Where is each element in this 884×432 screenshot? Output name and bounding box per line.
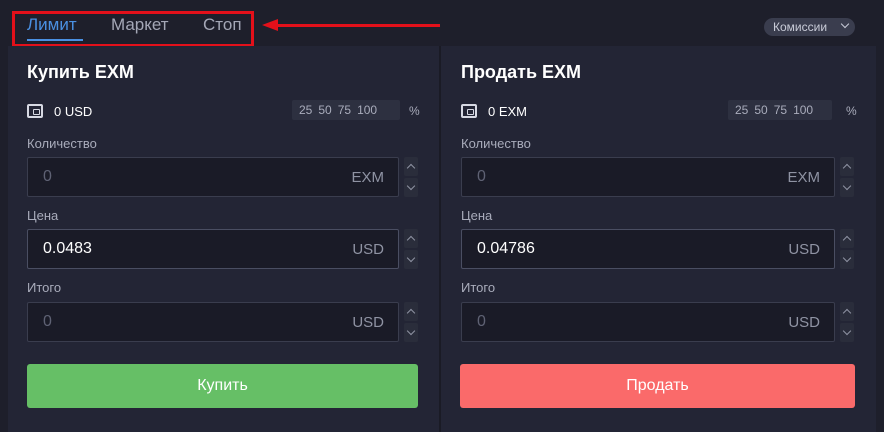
sell-balance: 0 EXM (488, 103, 528, 119)
chevron-down-icon[interactable] (840, 323, 854, 342)
sell-quantity-stepper (840, 157, 854, 197)
buy-pct-100[interactable]: 100 (357, 103, 377, 117)
buy-balance: 0 USD (54, 103, 93, 119)
buy-panel: Купить EXM 0 USD 25 50 75 100 % Количест… (8, 46, 439, 432)
chevron-up-icon[interactable] (404, 229, 418, 248)
sell-percent-group: 25 50 75 100 (728, 100, 832, 120)
sell-quantity-placeholder: 0 (477, 168, 486, 185)
sell-balance-row: 0 EXM (461, 102, 527, 120)
buy-quantity-placeholder: 0 (43, 168, 52, 185)
buy-title: Купить EXM (27, 62, 134, 82)
chevron-down-icon[interactable] (840, 250, 854, 269)
sell-total-stepper (840, 302, 854, 342)
sell-price-unit: USD (788, 241, 820, 258)
fees-dropdown[interactable]: Комиссии (764, 18, 855, 36)
buy-pct-50[interactable]: 50 (318, 103, 331, 117)
chevron-down-icon[interactable] (840, 178, 854, 197)
buy-button[interactable]: Купить (27, 364, 418, 408)
buy-price-stepper (404, 229, 418, 269)
annotation-arrow-line (276, 24, 440, 27)
buy-total-placeholder: 0 (43, 313, 52, 330)
buy-percent-sign: % (409, 104, 420, 118)
fees-label: Комиссии (773, 20, 828, 34)
sell-panel: Продать EXM 0 EXM 25 50 75 100 % Количес… (441, 46, 876, 432)
sell-quantity-unit: EXM (787, 169, 820, 186)
buy-price-value: 0.0483 (43, 240, 92, 257)
buy-price-input[interactable]: 0.0483 USD (27, 229, 399, 269)
buy-quantity-input[interactable]: 0 EXM (27, 157, 399, 197)
buy-pct-25[interactable]: 25 (299, 103, 312, 117)
buy-price-label: Цена (27, 208, 59, 223)
wallet-icon (27, 104, 43, 118)
buy-quantity-stepper (404, 157, 418, 197)
sell-quantity-input[interactable]: 0 EXM (461, 157, 835, 197)
buy-quantity-label: Количество (27, 136, 97, 151)
chevron-up-icon[interactable] (404, 302, 418, 321)
wallet-icon (461, 104, 477, 118)
chevron-up-icon[interactable] (840, 229, 854, 248)
sell-quantity-label: Количество (461, 136, 531, 151)
buy-percent-group: 25 50 75 100 (292, 100, 400, 120)
sell-total-unit: USD (788, 314, 820, 331)
buy-total-stepper (404, 302, 418, 342)
sell-price-input[interactable]: 0.04786 USD (461, 229, 835, 269)
buy-total-label: Итого (27, 280, 62, 295)
chevron-up-icon[interactable] (404, 157, 418, 176)
chevron-down-icon (840, 19, 850, 29)
sell-total-placeholder: 0 (477, 313, 486, 330)
sell-title: Продать EXM (461, 62, 582, 82)
chevron-down-icon[interactable] (404, 250, 418, 269)
buy-total-input[interactable]: 0 USD (27, 302, 399, 342)
sell-button[interactable]: Продать (460, 364, 855, 408)
buy-price-unit: USD (352, 241, 384, 258)
sell-percent-sign: % (846, 104, 857, 118)
sell-price-value: 0.04786 (477, 240, 535, 257)
chevron-up-icon[interactable] (840, 157, 854, 176)
buy-pct-75[interactable]: 75 (338, 103, 351, 117)
sell-total-input[interactable]: 0 USD (461, 302, 835, 342)
sell-price-stepper (840, 229, 854, 269)
sell-total-label: Итого (461, 280, 496, 295)
buy-quantity-unit: EXM (351, 169, 384, 186)
sell-pct-100[interactable]: 100 (793, 103, 813, 117)
chevron-down-icon[interactable] (404, 178, 418, 197)
sell-price-label: Цена (461, 208, 493, 223)
sell-pct-50[interactable]: 50 (754, 103, 767, 117)
sell-pct-75[interactable]: 75 (774, 103, 787, 117)
chevron-down-icon[interactable] (404, 323, 418, 342)
sell-pct-25[interactable]: 25 (735, 103, 748, 117)
buy-total-unit: USD (352, 314, 384, 331)
chevron-up-icon[interactable] (840, 302, 854, 321)
buy-balance-row: 0 USD (27, 102, 92, 120)
annotation-highlight-box (12, 11, 254, 47)
